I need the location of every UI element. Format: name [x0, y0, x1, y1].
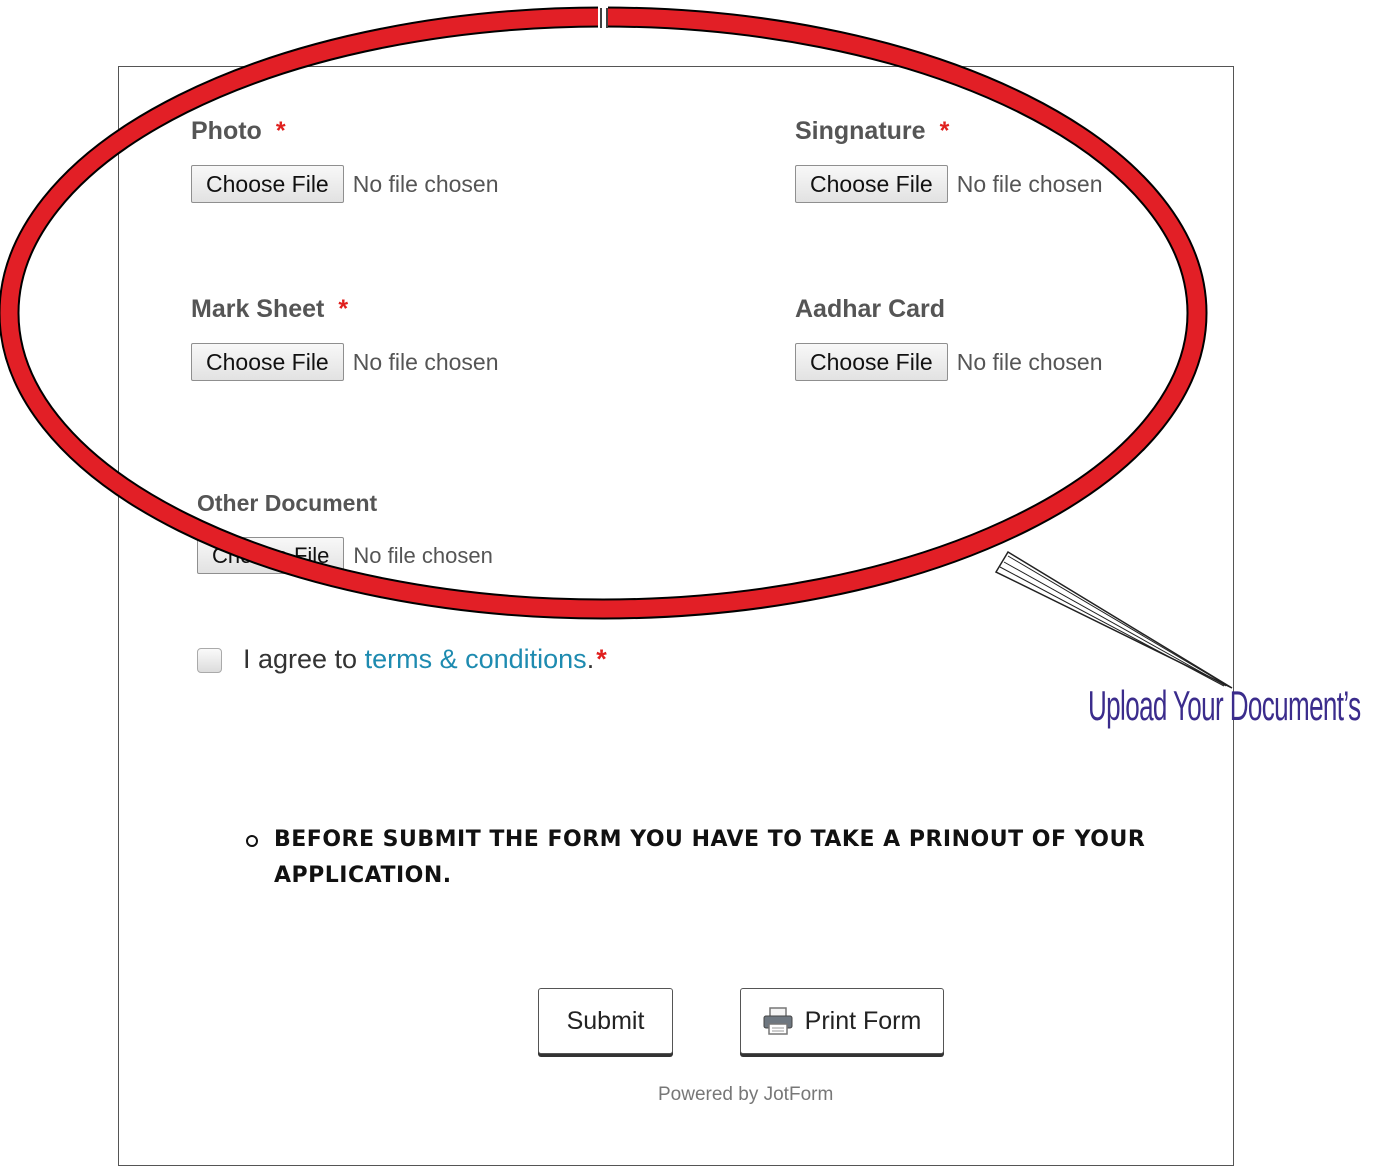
annotation-ellipse: [0, 5, 1208, 620]
callout-text: Upload Your Document’s: [1088, 682, 1361, 729]
callout-pointer: [994, 550, 1233, 689]
annotation-overlay: [0, 5, 1233, 689]
